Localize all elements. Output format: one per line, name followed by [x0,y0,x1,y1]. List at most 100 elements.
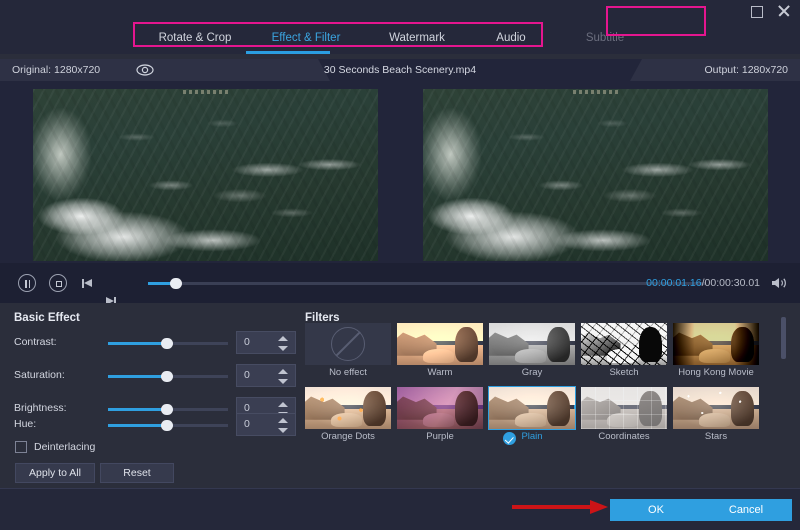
hue-row: Hue: 0 [14,415,304,435]
saturation-row: Saturation: 0 [14,366,304,386]
saturation-label: Saturation: [14,369,65,381]
hue-slider-fill [108,424,167,427]
filter-thumbnail [673,323,759,365]
saturation-stepper[interactable]: 0 [236,364,296,387]
hue-stepper-arrows [278,417,289,434]
hue-slider[interactable] [108,424,228,427]
output-resolution-chip: Output: 1280x720 [630,59,800,81]
title-bar [0,0,800,22]
stop-icon [49,274,67,292]
deinterlacing-checkbox[interactable]: Deinterlacing [15,441,95,453]
cancel-button[interactable]: Cancel [700,499,792,521]
timecode-display: 00:00:01.16/00:00:30.01 [646,277,760,289]
filter-plain[interactable]: Plain [489,387,575,445]
hue-stepper[interactable]: 0 [236,413,296,436]
filter-label: Plain [489,431,575,442]
filter-label: Warm [397,367,483,378]
pause-button[interactable] [18,274,36,292]
ok-button[interactable]: OK [610,499,702,521]
brightness-label: Brightness: [14,402,67,414]
close-icon[interactable] [776,3,792,19]
saturation-increment-icon[interactable] [278,369,288,374]
brightness-increment-icon[interactable] [278,402,288,407]
contrast-slider-knob[interactable] [161,338,173,350]
filter-label: Orange Dots [305,431,391,442]
preview-marker [573,90,619,94]
output-resolution-label: Output: 1280x720 [705,64,788,76]
tab-effect-filter[interactable]: Effect & Filter [250,22,362,54]
maximize-icon[interactable] [748,3,764,19]
saturation-slider[interactable] [108,375,228,378]
saturation-slider-knob[interactable] [161,371,173,383]
hue-label: Hue: [14,418,36,430]
filter-thumbnail [397,323,483,365]
tab-list: Rotate & Crop Effect & Filter Watermark … [140,22,660,54]
no-effect-icon [331,327,365,361]
contrast-decrement-icon[interactable] [278,346,288,351]
current-time: 00:00:01.16 [646,277,701,289]
video-editor-window: Rotate & Crop Effect & Filter Watermark … [0,0,800,530]
contrast-stepper-arrows [278,335,289,352]
eye-icon[interactable] [136,62,154,78]
hue-slider-knob[interactable] [161,420,173,432]
filter-label: Purple [397,431,483,442]
original-resolution-label: Original: 1280x720 [12,64,100,76]
contrast-label: Contrast: [14,336,57,348]
filters-scrollbar[interactable] [781,317,786,469]
filter-thumbnail [489,323,575,365]
volume-icon[interactable] [770,275,788,291]
hue-increment-icon[interactable] [278,418,288,423]
contrast-row: Contrast: 0 [14,333,304,353]
preview-marker [183,90,229,94]
filter-label: Hong Kong Movie [673,367,759,378]
tab-audio[interactable]: Audio [472,22,550,54]
filters-scrollbar-thumb[interactable] [781,317,786,359]
preview-area [0,81,800,263]
previous-frame-button[interactable] [79,274,97,292]
checkbox-icon [15,441,27,453]
brightness-slider[interactable] [108,408,228,411]
hue-value: 0 [244,418,250,430]
editing-panels: Basic Effect Contrast: 0 Saturation: [0,303,800,488]
brightness-slider-knob[interactable] [161,404,173,416]
player-controls-bar: 00:00:01.16/00:00:30.01 [0,263,800,303]
filter-thumbnail [581,387,667,429]
media-info-bar: Original: 1280x720 Output: 1280x720 30 S… [0,59,800,81]
filter-purple[interactable]: Purple [397,387,483,445]
saturation-stepper-arrows [278,368,289,385]
contrast-stepper[interactable]: 0 [236,331,296,354]
filter-sketch[interactable]: Sketch [581,323,667,381]
tab-watermark[interactable]: Watermark [362,22,472,54]
filter-no-effect[interactable]: No effect [305,323,391,381]
apply-to-all-button[interactable]: Apply to All [15,463,95,483]
filter-thumbnail [305,323,391,365]
filter-gray[interactable]: Gray [489,323,575,381]
dialog-footer: OK Cancel [0,488,800,530]
original-video-preview[interactable] [33,89,378,261]
contrast-increment-icon[interactable] [278,336,288,341]
filter-label: Gray [489,367,575,378]
previous-frame-icon [84,279,92,287]
filter-stars[interactable]: Stars [673,387,759,445]
filter-warm[interactable]: Warm [397,323,483,381]
tab-bar: Rotate & Crop Effect & Filter Watermark … [0,22,800,54]
deinterlacing-label: Deinterlacing [34,441,95,453]
playback-progress-slider[interactable] [148,282,706,285]
saturation-decrement-icon[interactable] [278,379,288,384]
progress-thumb[interactable] [170,278,182,290]
output-video-preview[interactable] [423,89,768,261]
original-resolution-chip: Original: 1280x720 [0,59,330,81]
tab-subtitle[interactable]: Subtitle [550,22,660,54]
contrast-slider-fill [108,342,167,345]
filter-thumbnail [397,387,483,429]
hue-decrement-icon[interactable] [278,428,288,433]
reset-button[interactable]: Reset [100,463,174,483]
stop-button[interactable] [49,274,67,292]
filter-thumbnail [673,387,759,429]
filter-orange-dots[interactable]: Orange Dots [305,387,391,445]
tab-rotate-crop[interactable]: Rotate & Crop [140,22,250,54]
contrast-slider[interactable] [108,342,228,345]
pause-icon [18,274,36,292]
filter-hong-kong-movie[interactable]: Hong Kong Movie [673,323,759,381]
filter-coordinates[interactable]: Coordinates [581,387,667,445]
